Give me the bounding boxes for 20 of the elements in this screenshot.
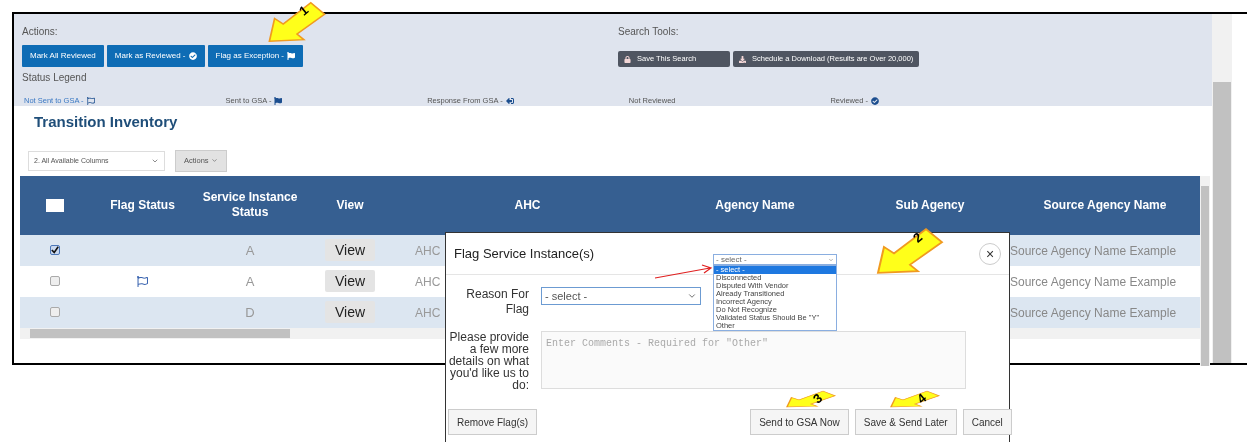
table-cell-text: A xyxy=(245,241,255,260)
details-label: Please provide a few more details on what you'd like us to do: xyxy=(447,331,529,391)
callout-number: 3 xyxy=(810,391,825,406)
table-cell-text: D xyxy=(245,303,255,322)
section-title: Transition Inventory xyxy=(33,112,179,133)
dialog-title: Flag Service Instance(s) xyxy=(454,244,595,263)
table-cell: AHC xyxy=(415,275,441,290)
table-cell: AHC xyxy=(415,306,441,321)
actions-label: Actions: xyxy=(22,25,59,39)
table-cell: AHC xyxy=(415,244,441,259)
table-cell: Source Agency Name Example xyxy=(1010,306,1177,321)
table-cell: Source Agency Name Example xyxy=(1010,275,1177,290)
status-legend-label: Status Legend xyxy=(22,71,88,85)
table-cell-text: A xyxy=(245,272,255,291)
table-cell: Source Agency Name Example xyxy=(1010,244,1177,259)
callout-number: 2 xyxy=(910,230,925,245)
search-tools-label: Search Tools: xyxy=(618,25,680,39)
reason-label: Reason For Flag xyxy=(465,287,529,317)
callout-number: 1 xyxy=(296,3,311,19)
callout-number: 4 xyxy=(914,391,929,406)
